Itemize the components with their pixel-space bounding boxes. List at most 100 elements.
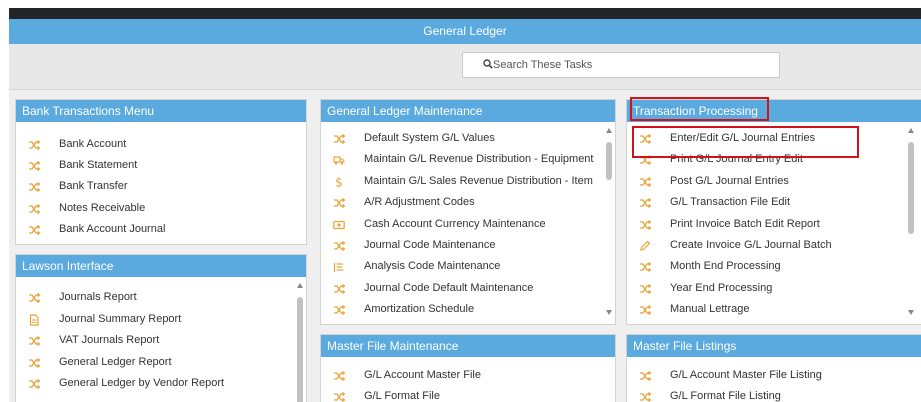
list-item-label: Cash Account Currency Maintenance <box>364 217 546 230</box>
shuffle-icon <box>639 283 652 295</box>
list-item[interactable]: Analysis Code Maintenance <box>321 258 615 278</box>
list-item[interactable]: General Ledger by Vendor Report <box>16 375 306 395</box>
browser-dark-bar <box>9 8 921 19</box>
list-item-label: Year End Processing <box>670 281 773 294</box>
list-item[interactable]: Default System G/L Values <box>321 130 615 150</box>
list-item-label: VAT Journals Report <box>59 334 160 347</box>
scroll-thumb[interactable] <box>297 297 303 402</box>
list-item[interactable]: Journals Report <box>16 289 306 309</box>
document-icon <box>28 313 40 326</box>
list-item[interactable]: Bank Account <box>16 136 306 156</box>
list-item-label: A/R Adjustment Codes <box>364 196 475 209</box>
shuffle-icon <box>333 283 346 295</box>
list-item-label: General Ledger Report <box>59 355 172 368</box>
panel-gl-maintenance: General Ledger Maintenance Default Syste… <box>320 99 616 325</box>
list-item[interactable]: A/R Adjustment Codes <box>321 194 615 214</box>
list-item[interactable]: Bank Account Journal <box>16 221 306 241</box>
scroll-up-icon[interactable] <box>297 283 303 288</box>
list-item[interactable]: General Ledger Report <box>16 354 306 374</box>
list-item-label: Manual Lettrage <box>670 303 750 316</box>
list-item-label: G/L Format File Listing <box>670 390 781 402</box>
shuffle-icon <box>28 378 41 390</box>
list-item[interactable]: Cash Account Currency Maintenance <box>321 216 615 236</box>
shuffle-icon <box>333 304 346 316</box>
list-item[interactable]: Post G/L Journal Entries <box>627 173 921 193</box>
dollar-icon: $ <box>333 175 345 189</box>
shuffle-icon <box>333 133 346 145</box>
list-item-label: Month End Processing <box>670 260 781 273</box>
scroll-thumb[interactable] <box>908 142 914 234</box>
list-item-label: Analysis Code Maintenance <box>364 260 501 273</box>
shuffle-icon <box>639 370 652 382</box>
shuffle-icon <box>28 160 41 172</box>
list-item[interactable]: Journal Code Default Maintenance <box>321 280 615 300</box>
list-item-label: Maintain G/L Revenue Distribution - Equi… <box>364 153 594 166</box>
list-item-label: General Ledger by Vendor Report <box>59 377 225 390</box>
money-icon <box>333 219 345 231</box>
search-box[interactable] <box>462 52 780 78</box>
panel-master-file-listings: Master File Listings G/L Account Master … <box>626 334 921 402</box>
shuffle-icon <box>639 219 652 231</box>
shuffle-icon <box>639 176 652 188</box>
list-item-label: G/L Format File <box>364 390 440 402</box>
list-item[interactable]: Bank Transfer <box>16 178 306 198</box>
scroll-down-icon[interactable] <box>606 310 612 315</box>
list-item-label: Create Invoice G/L Journal Batch <box>670 239 832 251</box>
panel-header: Lawson Interface <box>16 255 306 277</box>
panel-lawson-interface: Lawson Interface Journals Report Journal … <box>15 254 307 402</box>
list-item[interactable]: Create Invoice G/L Journal Batch <box>627 237 921 257</box>
pencil-icon <box>639 240 651 252</box>
shuffle-icon <box>28 139 41 151</box>
shuffle-icon <box>333 240 346 252</box>
list-item-label: Bank Account <box>59 138 127 150</box>
shuffle-icon <box>28 357 41 369</box>
panel-header: Master File Maintenance <box>321 335 615 357</box>
list-item-label: Print Invoice Batch Edit Report <box>670 217 820 230</box>
shuffle-icon <box>28 181 41 193</box>
list-item[interactable]: G/L Transaction File Edit <box>627 194 921 214</box>
task-panels-area: Bank Transactions Menu Bank Account Bank … <box>9 90 921 402</box>
list-item[interactable]: Maintain G/L Revenue Distribution - Equi… <box>321 151 615 171</box>
list-item[interactable]: Notes Receivable <box>16 200 306 220</box>
list-item[interactable]: VAT Journals Report <box>16 332 306 352</box>
list-item[interactable]: Year End Processing <box>627 280 921 300</box>
list-icon <box>333 261 345 273</box>
search-input[interactable] <box>463 53 779 77</box>
list-item[interactable]: Manual Lettrage <box>627 301 921 321</box>
list-item-label: Notes Receivable <box>59 201 146 214</box>
shuffle-icon <box>28 335 41 347</box>
shuffle-icon <box>333 370 346 382</box>
list-item-label: Journal Summary Report <box>59 312 182 325</box>
list-item[interactable]: G/L Account Master File <box>321 367 615 387</box>
list-item[interactable]: Journal Code Maintenance <box>321 237 615 257</box>
panel-bank-transactions: Bank Transactions Menu Bank Account Bank … <box>15 99 307 245</box>
list-item[interactable]: Journal Summary Report <box>16 311 306 331</box>
panel-master-file-maintenance: Master File Maintenance G/L Account Mast… <box>320 334 616 402</box>
list-item[interactable]: Print Invoice Batch Edit Report <box>627 216 921 236</box>
list-item[interactable]: $ Maintain G/L Sales Revenue Distribution… <box>321 173 615 193</box>
shuffle-icon <box>639 304 652 316</box>
list-item[interactable]: G/L Account Master File Listing <box>627 367 921 387</box>
scrollbar[interactable] <box>603 124 615 324</box>
shuffle-icon <box>28 292 41 304</box>
scroll-thumb[interactable] <box>606 142 612 180</box>
list-item[interactable]: G/L Format File <box>321 388 615 402</box>
scroll-down-icon[interactable] <box>908 310 914 315</box>
scrollbar[interactable] <box>905 124 917 324</box>
list-item[interactable]: G/L Format File Listing <box>627 388 921 402</box>
list-item[interactable]: Bank Statement <box>16 157 306 177</box>
list-item-label: Journal Code Maintenance <box>364 239 496 251</box>
list-item[interactable]: Month End Processing <box>627 258 921 278</box>
shuffle-icon <box>333 197 346 209</box>
panel-header: Master File Listings <box>627 335 921 357</box>
list-item-label: Post G/L Journal Entries <box>670 174 789 187</box>
list-item-label: G/L Transaction File Edit <box>670 196 791 209</box>
highlight-box-panel-title <box>630 97 769 121</box>
scroll-up-icon[interactable] <box>606 128 612 133</box>
panel-header: Bank Transactions Menu <box>16 100 306 122</box>
list-item[interactable]: Amortization Schedule <box>321 301 615 321</box>
svg-text:$: $ <box>335 176 343 188</box>
scrollbar[interactable] <box>294 279 306 402</box>
shuffle-icon <box>639 391 652 402</box>
scroll-up-icon[interactable] <box>908 128 914 133</box>
